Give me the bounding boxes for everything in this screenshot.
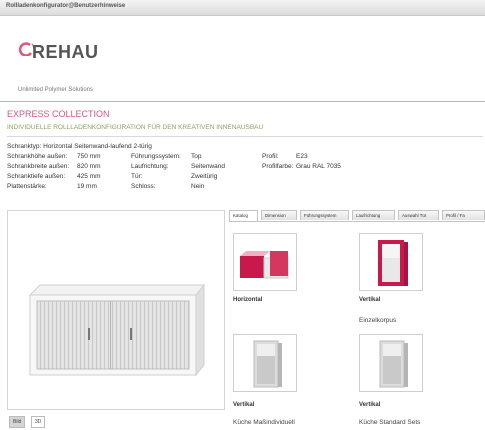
catalog-thumb-horizontal[interactable] [233, 233, 297, 291]
catalog-title: Vertikal [359, 402, 381, 408]
catalog-subtitle: Küche Standard Sets [359, 419, 421, 426]
spec-label: Führungssystem: [131, 153, 181, 160]
spec-label: Schloss: [131, 183, 156, 190]
spec-label: Laufrichtung: [131, 163, 169, 170]
tab-auswahl-tuer[interactable]: Auswahl Tür [398, 210, 439, 220]
horizontal-cabinet-icon [240, 251, 289, 279]
brand-tagline: Unlimited Polymer Solutions [18, 87, 94, 93]
tab-laufrichtung[interactable]: Laufrichtung [352, 210, 395, 220]
catalog-title: Vertikal [233, 402, 255, 408]
spec-label: Schrankbreite außen: [7, 163, 70, 170]
collection-title: EXPRESS COLLECTION [7, 109, 110, 119]
cabinet-type: Schranktyp: Horizontal Seitenwand-laufen… [7, 143, 152, 150]
catalog-thumb-vertical-single[interactable] [359, 233, 423, 291]
vertical-cabinet-icon [253, 340, 282, 388]
brand-name: REHAU [32, 42, 99, 62]
spec-value: Top [191, 153, 202, 160]
view-tab-image[interactable]: Bild [9, 416, 26, 428]
window-title: Rollladenkonfigurator@Benutzerhinweise [6, 3, 126, 9]
tab-dimension[interactable]: Dimension [261, 210, 297, 220]
page-subtitle: INDIVIDUELLE ROLLLADENKONFIGURATION FÜR … [7, 124, 264, 131]
tab-profil-farbe[interactable]: Profil / Fa [442, 210, 485, 220]
window-title-bar: Rollladenkonfigurator@Benutzerhinweise [0, 0, 485, 16]
view-tab-3d[interactable]: 3D [31, 416, 46, 428]
tabs-underline [229, 221, 485, 222]
catalog-subtitle: Küche Maßindividuell [233, 419, 295, 426]
catalog-title: Vertikal [359, 297, 381, 303]
spec-value: Zweitürig [191, 173, 218, 180]
spec-value: Seitenwand [191, 163, 225, 170]
tab-fuehrungssystem[interactable]: Führungssystem [300, 210, 349, 220]
catalog-title: Horizontal [233, 297, 263, 303]
spec-label: Schrankhöhe außen: [7, 153, 68, 160]
vertical-cabinet-icon [378, 240, 408, 286]
catalog-thumb-vertical-kitchen-sets[interactable] [359, 334, 423, 392]
spec-value: Grau RAL 7035 [296, 163, 341, 170]
spec-value: E23 [296, 153, 308, 160]
spec-value: 425 mm [77, 173, 101, 180]
cabinet-illustration [28, 283, 206, 377]
spec-label: Profil: [262, 153, 279, 160]
spec-value: 19 mm [77, 183, 97, 190]
spec-label: Tür: [131, 173, 143, 180]
spec-value: 750 mm [77, 153, 101, 160]
vertical-cabinet-icon [379, 340, 408, 388]
spec-value: Nein [191, 183, 205, 190]
header-divider [0, 101, 485, 102]
section-divider [7, 136, 483, 137]
spec-label: Schranktiefe außen: [7, 173, 66, 180]
spec-value: 820 mm [77, 163, 101, 170]
cabinet-preview [7, 210, 225, 410]
catalog-subtitle: Einzelkorpus [359, 317, 397, 324]
spec-label: Profilfarbe: [262, 163, 294, 170]
spec-label: Plattenstärke: [7, 183, 47, 190]
catalog-thumb-vertical-kitchen-custom[interactable] [233, 334, 297, 392]
